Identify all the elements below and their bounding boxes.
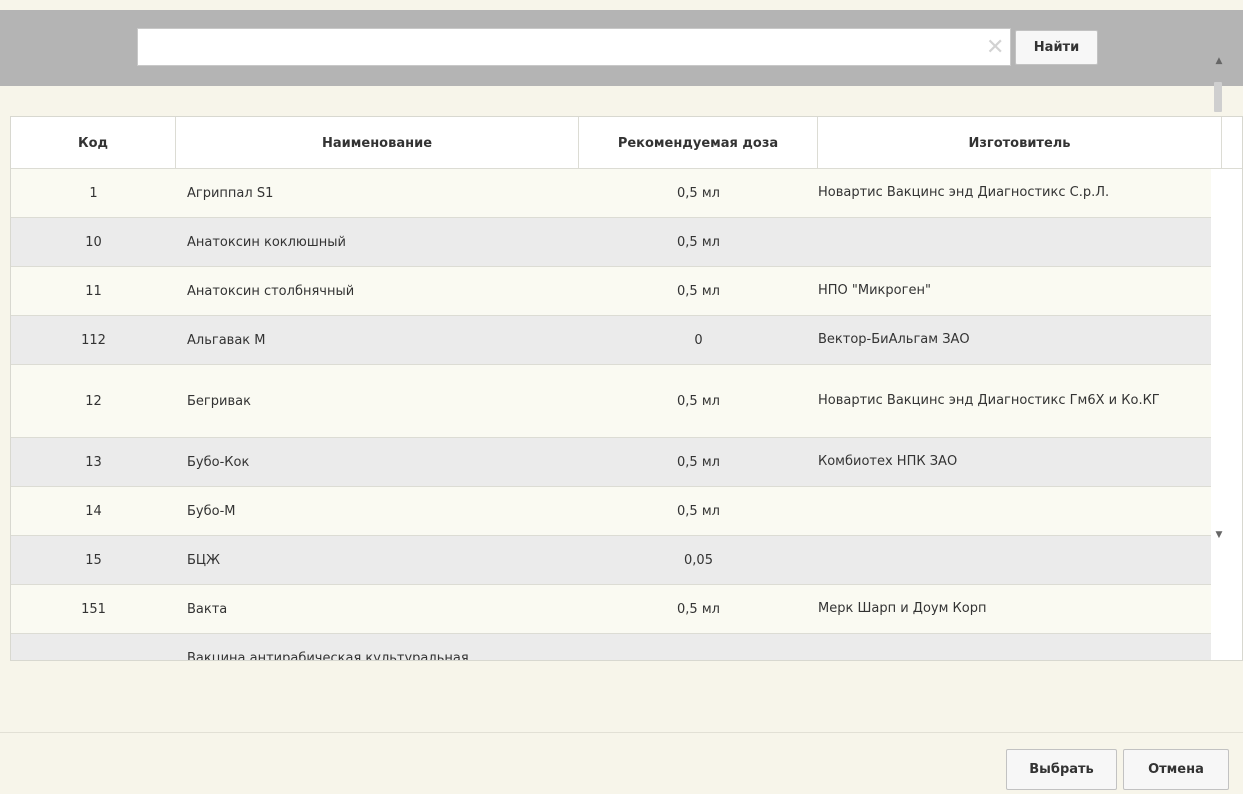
- cell-manufacturer: НПО "Микроген": [818, 283, 931, 298]
- cell-name: Вакцина антирабическая культуральная: [187, 650, 469, 661]
- cell-manufacturer: Новартис Вакцинс энд Диагностикс Гм6Х и …: [818, 393, 1160, 408]
- cell-code: 11: [85, 283, 102, 299]
- cell-code: 15: [85, 552, 102, 568]
- cell-name: Бубо-Кок: [187, 454, 250, 470]
- cell-code: 1: [89, 185, 98, 201]
- column-header-dose[interactable]: Рекомендуемая доза: [579, 117, 818, 169]
- search-bar: ✕ Найти: [0, 10, 1243, 86]
- cell-code: 12: [85, 393, 102, 409]
- table-row[interactable]: 10 Анатоксин коклюшный 0,5 мл: [11, 218, 1211, 267]
- cell-name: Анатоксин столбнячный: [187, 283, 355, 299]
- cell-dose: 0,5 мл: [677, 601, 720, 617]
- clear-icon[interactable]: ✕: [986, 37, 1004, 59]
- cell-name: Альгавак М: [187, 332, 266, 348]
- cell-dose: 0,5 мл: [677, 393, 720, 409]
- search-input[interactable]: [137, 28, 1011, 66]
- scroll-up-icon[interactable]: ▲: [1214, 56, 1224, 66]
- cell-dose: 0: [694, 332, 703, 348]
- cell-dose: 0,5 мл: [677, 283, 720, 299]
- cell-code: 14: [85, 503, 102, 519]
- vertical-scrollbar[interactable]: [1213, 169, 1241, 660]
- find-button[interactable]: Найти: [1015, 30, 1098, 65]
- cell-name: Вакта: [187, 601, 228, 617]
- cell-dose: [579, 634, 818, 660]
- cell-manufacturer: Комбиотех НПК ЗАО: [818, 454, 958, 469]
- table-row[interactable]: Вакцина антирабическая культуральная: [11, 634, 1211, 661]
- scrollbar-thumb[interactable]: [1214, 82, 1222, 112]
- table-row[interactable]: 12 Бегривак 0,5 мл Новартис Вакцинс энд Диа…: [11, 365, 1211, 438]
- scroll-down-icon[interactable]: ▼: [1214, 530, 1224, 540]
- cell-name: Бегривак: [187, 393, 251, 409]
- table-row[interactable]: 151 Вакта 0,5 мл Мерк Шарп и Доум Корп: [11, 585, 1211, 634]
- cell-name: БЦЖ: [187, 552, 221, 568]
- table-header: Код Наименование Рекомендуемая доза Изго…: [11, 117, 1242, 169]
- cell-manufacturer: Вектор-БиАльгам ЗАО: [818, 332, 970, 347]
- column-header-name[interactable]: Наименование: [176, 117, 579, 169]
- cell-dose: 0,05: [684, 552, 713, 568]
- table-row[interactable]: 112 Альгавак М 0 Вектор-БиАльгам ЗАО: [11, 316, 1211, 365]
- cell-name: Бубо-М: [187, 503, 236, 519]
- cell-manufacturer: [818, 536, 1211, 584]
- cell-name: Агриппал S1: [187, 185, 274, 201]
- select-button[interactable]: Выбрать: [1006, 749, 1117, 790]
- cell-manufacturer: Мерк Шарп и Доум Корп: [818, 601, 987, 616]
- cell-dose: 0,5 мл: [677, 503, 720, 519]
- table-row[interactable]: 1 Агриппал S1 0,5 мл Новартис Вакцинс энд Д…: [11, 169, 1211, 218]
- cell-code: 10: [85, 234, 102, 250]
- cancel-button[interactable]: Отмена: [1123, 749, 1229, 790]
- vaccine-table: Код Наименование Рекомендуемая доза Изго…: [10, 116, 1243, 661]
- column-header-manufacturer[interactable]: Изготовитель: [818, 117, 1222, 169]
- column-header-code[interactable]: Код: [11, 117, 176, 169]
- table-row[interactable]: 13 Бубо-Кок 0,5 мл Комбиотех НПК ЗАО: [11, 438, 1211, 487]
- cell-dose: 0,5 мл: [677, 185, 720, 201]
- table-row[interactable]: 11 Анатоксин столбнячный 0,5 мл НПО "Микрог…: [11, 267, 1211, 316]
- footer-divider: [0, 732, 1243, 733]
- cell-code: [11, 634, 176, 660]
- table-row[interactable]: 15 БЦЖ 0,05: [11, 536, 1211, 585]
- cell-dose: 0,5 мл: [677, 234, 720, 250]
- cell-dose: 0,5 мл: [677, 454, 720, 470]
- cell-manufacturer: [818, 487, 1211, 535]
- cell-manufacturer: [818, 634, 1211, 660]
- table-body: 1 Агриппал S1 0,5 мл Новартис Вакцинс энд Д…: [11, 169, 1211, 661]
- cell-code: 151: [81, 601, 106, 617]
- cell-code: 112: [81, 332, 106, 348]
- cell-manufacturer: [818, 218, 1211, 266]
- table-row[interactable]: 14 Бубо-М 0,5 мл: [11, 487, 1211, 536]
- cell-name: Анатоксин коклюшный: [187, 234, 346, 250]
- cell-manufacturer: Новартис Вакцинс энд Диагностикс С.р.Л.: [818, 185, 1110, 200]
- cell-code: 13: [85, 454, 102, 470]
